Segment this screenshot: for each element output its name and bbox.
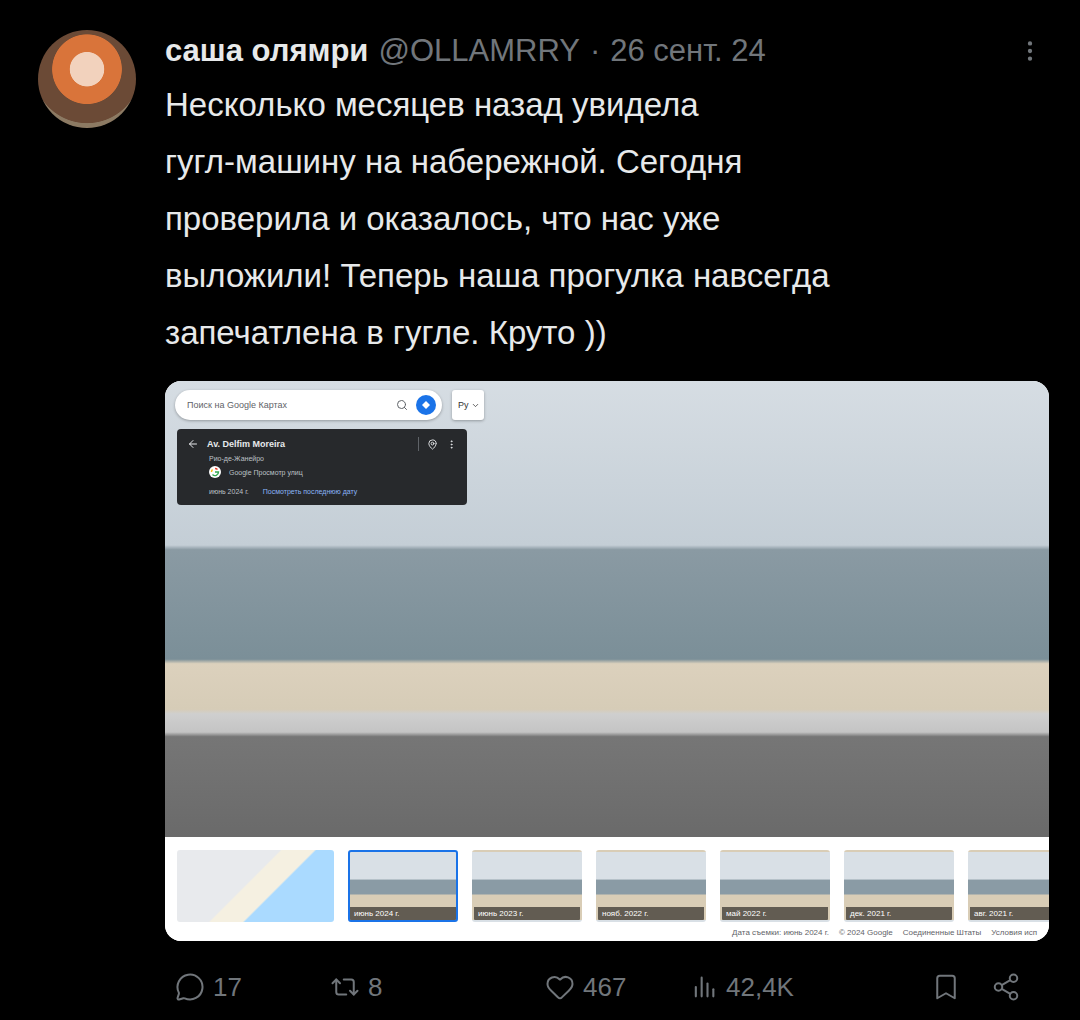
thumbnail-date: авг. 2021 г.	[970, 907, 1049, 920]
separator: ·	[590, 32, 600, 70]
thumbnail-date: нояб. 2022 г.	[598, 907, 704, 920]
tweet-text: Несколько месяцев назад увиделагугл-маши…	[165, 76, 1049, 361]
source: Google Просмотр улиц	[229, 469, 303, 476]
timeline-thumbnail[interactable]: июнь 2023 г.	[472, 850, 582, 922]
reply-button[interactable]: 17	[175, 967, 330, 1007]
repost-button[interactable]: 8	[330, 967, 545, 1007]
timeline-thumbnail[interactable]: май 2022 г.	[720, 850, 830, 922]
place-panel: Av. Delfim Moreira Рио-де-Жанейро Google П…	[177, 429, 467, 505]
tweet-text-line: гугл-машину на набережной. Сегодня	[165, 133, 1049, 190]
repost-icon	[330, 972, 360, 1002]
tweet: саша олямри @OLLAMRRY · 26 сент. 24 Нескольк…	[0, 0, 1080, 1020]
avatar[interactable]	[38, 30, 136, 128]
latest-date-link[interactable]: Посмотреть последнюю дату	[263, 488, 358, 495]
map-thumbnail[interactable]	[177, 850, 334, 922]
maps-search-box[interactable]: Поиск на Google Картах	[175, 390, 442, 420]
capture-date: июнь 2024 г.	[209, 488, 249, 495]
google-logo-icon	[209, 466, 221, 478]
timeline-thumbnail[interactable]: июнь 2024 г.	[348, 850, 458, 922]
tweet-text-line: выложили! Теперь наша прогулка навсегда	[165, 247, 1049, 304]
action-bar: 17846742,4K	[165, 967, 1049, 1007]
place-title: Av. Delfim Moreira	[207, 439, 410, 449]
tweet-text-line: проверила и оказалось, что нас уже	[165, 190, 1049, 247]
thumbnail-date: дек. 2021 г.	[846, 907, 952, 920]
street-view-photo: Поиск на Google Картах Ру Av. Delfim Morei…	[165, 381, 1049, 837]
author-name[interactable]: саша олямри	[165, 32, 368, 70]
views-button[interactable]: 42,4K	[690, 967, 931, 1007]
footer-text: © 2024 Google	[839, 928, 893, 937]
search-icon	[396, 399, 408, 411]
tweet-header: саша олямри @OLLAMRRY · 26 сент. 24	[165, 30, 1049, 70]
reply-icon	[175, 972, 205, 1002]
tweet-text-line: запечатлена в гугле. Круто ))	[165, 304, 1049, 361]
media-screenshot[interactable]: Поиск на Google Картах Ру Av. Delfim Morei…	[165, 381, 1049, 941]
timeline-thumbnail[interactable]: авг. 2021 г.	[968, 850, 1049, 922]
timeline-thumbnail[interactable]: дек. 2021 г.	[844, 850, 954, 922]
more-icon	[1017, 38, 1043, 64]
tweet-content: саша олямри @OLLAMRRY · 26 сент. 24 Нескольк…	[165, 30, 1049, 1020]
thumbnail-date: июнь 2024 г.	[350, 907, 456, 920]
directions-icon	[421, 400, 431, 410]
footer-text: Условия исп	[991, 928, 1037, 937]
timeline-strip: июнь 2024 г. июнь 2023 г. нояб. 2022 г. май…	[165, 837, 1049, 928]
directions-button[interactable]	[416, 395, 436, 415]
share-icon	[991, 972, 1021, 1002]
thumbnail-date: июнь 2023 г.	[474, 907, 580, 920]
place-subtitle: Рио-де-Жанейро	[187, 455, 457, 462]
thumbnail-date: май 2022 г.	[722, 907, 828, 920]
tweet-text-line: Несколько месяцев назад увидела	[165, 76, 1049, 133]
author-handle[interactable]: @OLLAMRRY	[378, 32, 579, 70]
pin-icon[interactable]	[427, 439, 438, 450]
back-icon[interactable]	[187, 438, 199, 450]
search-placeholder: Поиск на Google Картах	[187, 400, 388, 410]
bookmark-icon	[931, 972, 961, 1002]
timeline-thumbnail[interactable]: нояб. 2022 г.	[596, 850, 706, 922]
panel-more-icon[interactable]	[446, 439, 457, 450]
share-button[interactable]	[991, 967, 1021, 1007]
footer-text: Дата съемки: июнь 2024 г.	[732, 928, 829, 937]
dropdown-icon	[471, 401, 480, 410]
heart-icon	[545, 972, 575, 1002]
like-button[interactable]: 467	[545, 967, 690, 1007]
views-icon	[690, 973, 718, 1001]
more-button[interactable]	[1017, 38, 1043, 64]
footer-text: Соединенные Штаты	[903, 928, 981, 937]
language-button[interactable]: Ру	[452, 390, 484, 420]
bookmark-button[interactable]	[931, 967, 961, 1007]
maps-footer: Дата съемки: июнь 2024 г. © 2024 Google Со…	[165, 928, 1049, 941]
tweet-date[interactable]: 26 сент. 24	[610, 32, 765, 70]
